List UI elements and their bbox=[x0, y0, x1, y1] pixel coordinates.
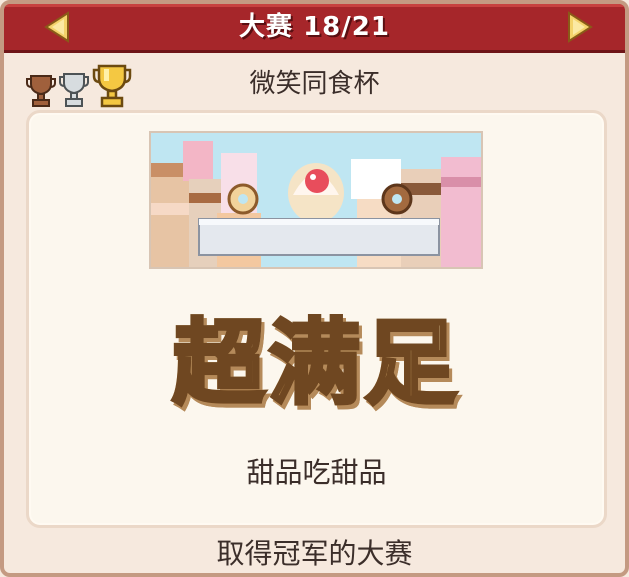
footer-caption: 取得冠军的大赛 bbox=[216, 537, 413, 570]
rating-text: 超满足 bbox=[29, 289, 604, 422]
contest-scene-image bbox=[149, 131, 483, 269]
rating-label: 超满足 bbox=[170, 308, 461, 419]
contest-screen: 大赛 18/21 微笑同食杯 超满足 甜品吃甜品 取得冠军的大赛 bbox=[0, 0, 629, 577]
contest-progress-title: 大赛 18/21 bbox=[239, 12, 390, 42]
header-bar: 大赛 18/21 bbox=[4, 4, 625, 53]
result-panel: 超满足 甜品吃甜品 bbox=[26, 110, 607, 528]
next-arrow-icon[interactable] bbox=[565, 11, 595, 43]
result-description: 甜品吃甜品 bbox=[246, 456, 387, 489]
cup-name: 微笑同食杯 bbox=[249, 69, 380, 99]
